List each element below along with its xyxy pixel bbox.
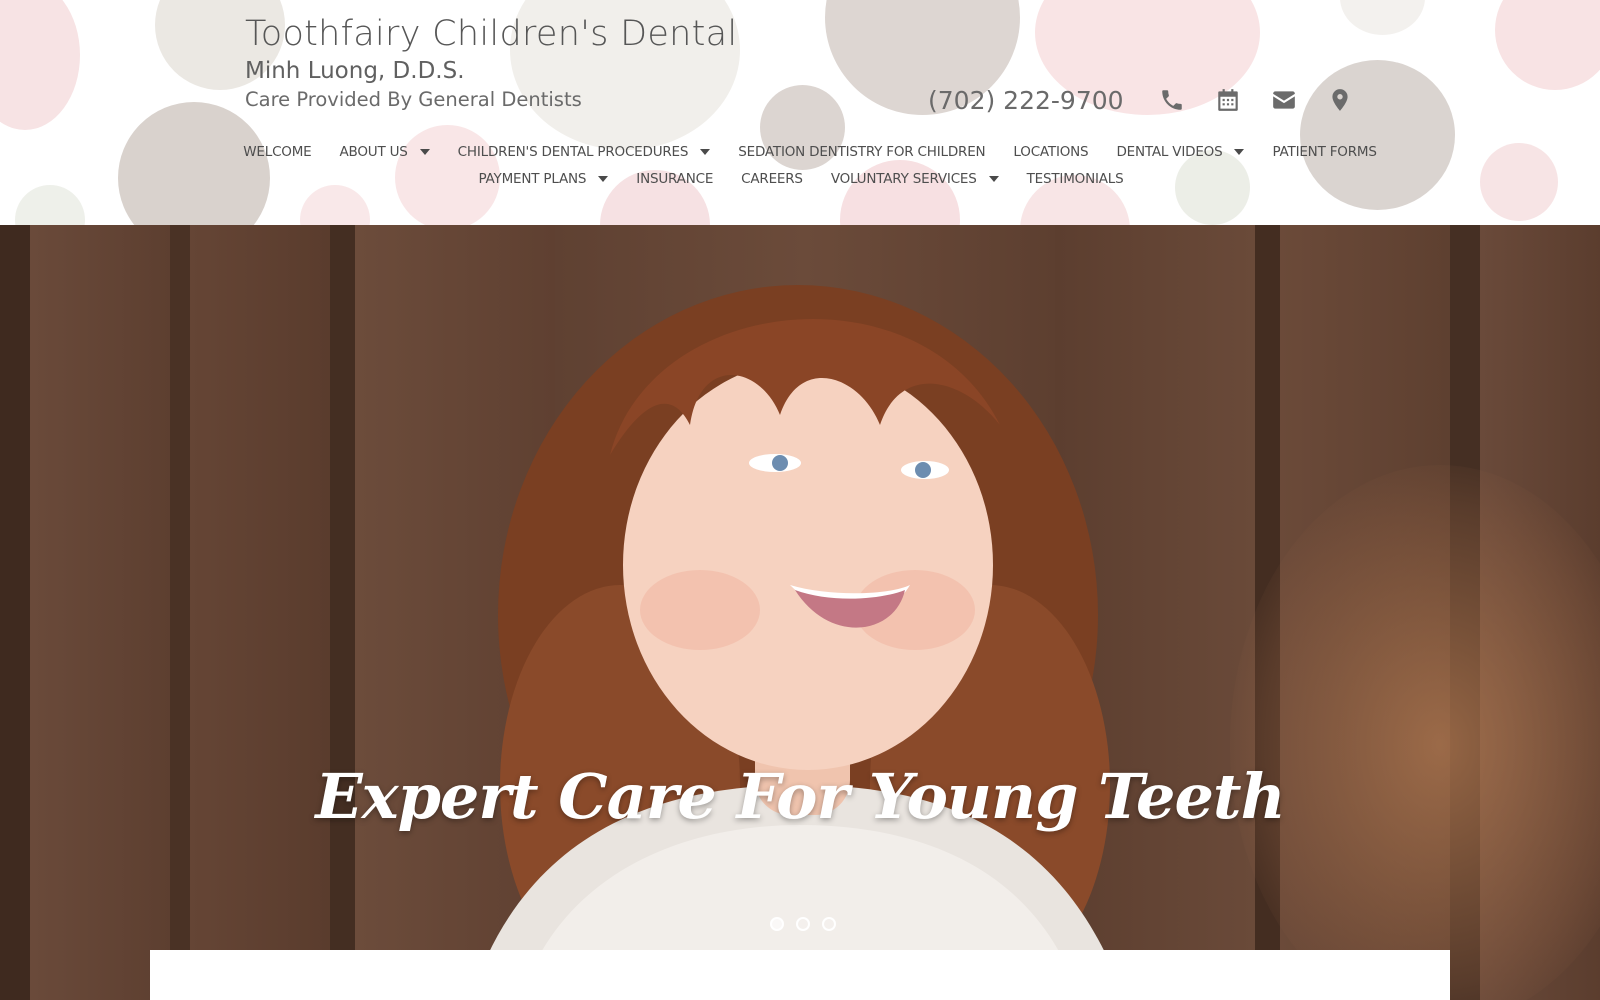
- nav-row-2: Payment Plans Insurance Careers Voluntar…: [0, 171, 1600, 187]
- nav-item-voluntary-services[interactable]: Voluntary Services: [831, 171, 999, 187]
- caret-down-icon: [598, 176, 609, 182]
- nav-label: Testimonials: [1026, 171, 1124, 187]
- nav-label: Children's Dental Procedures: [457, 144, 689, 160]
- decorative-dot: [840, 160, 960, 225]
- nav-item-payment-plans[interactable]: Payment Plans: [478, 171, 609, 187]
- decorative-dot: [15, 185, 85, 225]
- doctor-name: Minh Luong, D.D.S.: [245, 58, 465, 84]
- slider-dot-3[interactable]: [822, 917, 836, 931]
- phone-icon[interactable]: [1154, 82, 1190, 118]
- nav-item-childrens-dental-procedures[interactable]: Children's Dental Procedures: [458, 144, 711, 160]
- calendar-icon[interactable]: [1210, 82, 1246, 118]
- nav-item-sedation-dentistry[interactable]: Sedation Dentistry For Children: [738, 144, 985, 160]
- envelope-icon[interactable]: [1266, 82, 1302, 118]
- nav-item-about-us[interactable]: About Us: [340, 144, 430, 160]
- nav-label: Voluntary Services: [830, 171, 977, 187]
- decorative-dot: [1340, 0, 1425, 35]
- nav-item-insurance[interactable]: Insurance: [636, 171, 713, 187]
- hero-caption: Expert Care For Young Teeth: [315, 760, 1285, 833]
- nav-label: Welcome: [243, 144, 312, 160]
- site-title[interactable]: Toothfairy Children's Dental: [245, 12, 737, 56]
- hero-slider: Expert Care For Young Teeth: [0, 225, 1600, 1000]
- slider-dot-2[interactable]: [796, 917, 810, 931]
- nav-row-1: Welcome About Us Children's Dental Proce…: [0, 144, 1600, 160]
- decorative-dot: [1175, 150, 1250, 225]
- brand-block: Toothfairy Children's Dental Minh Luong,…: [245, 12, 737, 114]
- nav-label: Insurance: [636, 171, 714, 187]
- nav-label: Dental Videos: [1116, 144, 1223, 160]
- caret-down-icon: [419, 149, 430, 155]
- nav-label: Locations: [1013, 144, 1089, 160]
- content-panel: [150, 950, 1450, 1000]
- nav-label: Payment Plans: [478, 171, 587, 187]
- nav-label: Careers: [741, 171, 803, 187]
- map-marker-icon[interactable]: [1322, 82, 1358, 118]
- nav-item-locations[interactable]: Locations: [1013, 144, 1088, 160]
- decorative-dot: [118, 102, 270, 225]
- nav-label: About Us: [339, 144, 408, 160]
- nav-item-dental-videos[interactable]: Dental Videos: [1116, 144, 1245, 160]
- phone-number[interactable]: (702) 222-9700: [928, 86, 1124, 115]
- nav-item-welcome[interactable]: Welcome: [243, 144, 311, 160]
- decorative-dot: [1495, 0, 1600, 90]
- decorative-dot: [300, 185, 370, 225]
- tagline: Care Provided By General Dentists: [245, 88, 582, 111]
- slider-pagination: [764, 917, 842, 931]
- contact-bar: (702) 222-9700: [928, 80, 1358, 120]
- nav-label: Patient Forms: [1272, 144, 1377, 160]
- caret-down-icon: [1234, 149, 1245, 155]
- site-header: Toothfairy Children's Dental Minh Luong,…: [0, 0, 1600, 226]
- nav-label: Sedation Dentistry For Children: [738, 144, 986, 160]
- hero-child-image: [470, 285, 1125, 1000]
- slider-dot-1[interactable]: [770, 917, 784, 931]
- nav-item-testimonials[interactable]: Testimonials: [1027, 171, 1124, 187]
- nav-item-careers[interactable]: Careers: [741, 171, 803, 187]
- caret-down-icon: [988, 176, 999, 182]
- nav-item-patient-forms[interactable]: Patient Forms: [1272, 144, 1376, 160]
- caret-down-icon: [700, 149, 711, 155]
- decorative-dot: [0, 0, 80, 130]
